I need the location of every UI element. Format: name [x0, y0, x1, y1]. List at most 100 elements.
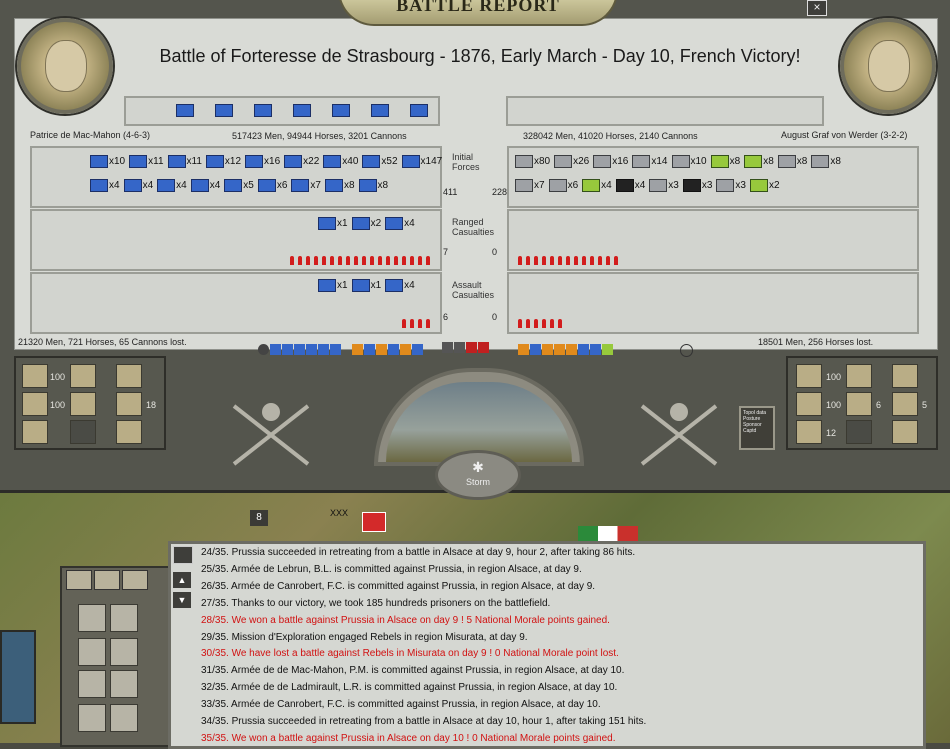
unit-type-icon: [710, 155, 729, 168]
map-flag-icon-2[interactable]: [578, 526, 638, 542]
flag-button[interactable]: [78, 670, 106, 698]
left-initial-unit[interactable]: x12: [205, 155, 241, 168]
left-initial-unit[interactable]: x4: [123, 179, 153, 192]
right-initial-unit[interactable]: x80: [515, 155, 550, 168]
unit-type-icon: [385, 217, 404, 230]
log-entry[interactable]: 34/35. Prussia succeeded in retreating f…: [201, 716, 646, 727]
left-doctrine-icons[interactable]: [352, 344, 423, 355]
left-assault-unit[interactable]: x1: [318, 279, 348, 292]
unit-count: x10: [690, 156, 707, 167]
right-panel-value-1: 100: [826, 372, 842, 382]
left-initial-unit[interactable]: x147: [401, 155, 442, 168]
log-entry[interactable]: 35/35. We won a battle against Prussia i…: [201, 733, 616, 744]
log-scroll-down-button[interactable]: ▼: [173, 592, 191, 608]
ledger-button[interactable]: [78, 604, 106, 632]
right-initial-unit[interactable]: x16: [593, 155, 628, 168]
unit-count: x1: [370, 280, 382, 291]
scales-icons: [442, 342, 489, 353]
right-initial-unit[interactable]: x8: [777, 155, 807, 168]
right-initial-unit[interactable]: x3: [682, 179, 712, 192]
left-assault-unit[interactable]: x1: [351, 279, 382, 292]
factory-button[interactable]: [78, 704, 106, 732]
left-initial-unit[interactable]: x40: [323, 155, 358, 168]
right-ranged-hit-icon: [526, 256, 530, 265]
unit-type-icon: [123, 179, 142, 192]
right-initial-unit[interactable]: x26: [554, 155, 589, 168]
left-ranged-unit[interactable]: x4: [385, 217, 415, 230]
log-close-icon[interactable]: [173, 546, 193, 564]
left-initial-unit[interactable]: x8: [324, 179, 355, 192]
right-panel-value-2: 100: [826, 400, 842, 410]
unit-count: x8: [729, 156, 741, 167]
message-log[interactable]: ▲ ▼ 24/35. Prussia succeeded in retreati…: [168, 541, 926, 749]
weather-indicator[interactable]: ✱ Storm: [435, 450, 521, 500]
unit-count: x80: [534, 156, 551, 167]
right-modifier-icons[interactable]: [518, 344, 613, 355]
ledger-tab-2[interactable]: [94, 570, 120, 590]
right-initial-unit[interactable]: x8: [744, 155, 774, 168]
right-initial-unit[interactable]: x2: [749, 179, 780, 192]
left-modifier-icons[interactable]: [258, 344, 341, 355]
left-initial-unit[interactable]: x11: [167, 155, 202, 168]
log-entry[interactable]: 26/35. Armée de Canrobert, F.C. is commi…: [201, 581, 595, 592]
right-assault-hit-icon: [526, 319, 530, 328]
right-commander-strip: [506, 96, 824, 126]
log-entry[interactable]: 32/35. Armée de de Ladmirault, L.R. is c…: [201, 682, 617, 693]
ledger-tab-3[interactable]: [122, 570, 148, 590]
map-flag-badge[interactable]: 8: [250, 510, 268, 526]
left-assault-unit[interactable]: x4: [385, 279, 415, 292]
log-entry[interactable]: 27/35. Thanks to our victory, we took 18…: [201, 598, 550, 609]
right-initial-unit[interactable]: x8: [811, 155, 841, 168]
left-ranged-unit[interactable]: x2: [351, 217, 381, 230]
right-initial-unit[interactable]: x7: [515, 179, 545, 192]
left-initial-unit[interactable]: x52: [362, 155, 398, 168]
left-initial-unit[interactable]: x7: [291, 179, 321, 192]
left-initial-unit[interactable]: x4: [90, 179, 120, 192]
log-entry[interactable]: 31/35. Armée de de Mac-Mahon, P.M. is co…: [201, 665, 624, 676]
left-ranged-unit[interactable]: x1: [318, 217, 348, 230]
army-button[interactable]: [78, 638, 106, 666]
left-initial-unit[interactable]: x8: [358, 179, 388, 192]
log-entry[interactable]: 24/35. Prussia succeeded in retreating f…: [201, 547, 635, 558]
left-ranged-hit-icon: [306, 256, 310, 265]
left-initial-unit[interactable]: x5: [224, 179, 254, 192]
right-initial-unit[interactable]: x8: [710, 155, 741, 168]
right-initial-unit[interactable]: x10: [671, 155, 707, 168]
production-button[interactable]: [110, 638, 138, 666]
right-panel-arrow-button[interactable]: [846, 420, 872, 444]
log-entry[interactable]: 29/35. Mission d'Exploration engaged Reb…: [201, 632, 528, 643]
right-initial-unit[interactable]: x3: [649, 179, 679, 192]
left-initial-unit[interactable]: x16: [245, 155, 280, 168]
log-entry[interactable]: 33/35. Armée de Canrobert, F.C. is commi…: [201, 699, 601, 710]
log-entry[interactable]: 30/35. We have lost a battle against Reb…: [201, 648, 619, 659]
right-initial-unit[interactable]: x4: [582, 179, 612, 192]
right-initial-unit[interactable]: x6: [548, 179, 578, 192]
left-assault-hits: [402, 319, 430, 328]
close-button[interactable]: ×: [807, 0, 827, 16]
log-entry[interactable]: 25/35. Armée de Lebrun, B.L. is committe…: [201, 564, 582, 575]
seal-button[interactable]: [110, 670, 138, 698]
left-initial-unit[interactable]: x4: [190, 179, 221, 192]
left-initial-unit[interactable]: x4: [157, 179, 187, 192]
unit-count: x16: [612, 156, 629, 167]
minimap[interactable]: [0, 630, 36, 724]
initial-forces-label: Initial Forces: [452, 152, 480, 172]
ledger-tab-1[interactable]: [66, 570, 92, 590]
map-flag-icon[interactable]: [362, 512, 386, 532]
right-composition-panel: 100 100 6 5 12: [786, 356, 938, 450]
left-initial-unit[interactable]: x11: [129, 155, 164, 168]
left-initial-unit[interactable]: x22: [284, 155, 319, 168]
diplomacy-button[interactable]: [110, 604, 138, 632]
unit-count: x4: [209, 180, 221, 191]
left-panel-arrow-button[interactable]: [70, 420, 96, 444]
right-initial-unit[interactable]: x3: [716, 179, 746, 192]
right-initial-unit[interactable]: x14: [632, 155, 668, 168]
log-scroll-up-button[interactable]: ▲: [173, 572, 191, 588]
log-entry[interactable]: 28/35. We won a battle against Prussia i…: [201, 615, 610, 626]
right-initial-unit[interactable]: x4: [615, 179, 645, 192]
left-initial-unit[interactable]: x10: [90, 155, 125, 168]
camp-button[interactable]: [110, 704, 138, 732]
left-ranged-hit-icon: [370, 256, 374, 265]
left-assault-hit-icon: [402, 319, 406, 328]
left-initial-unit[interactable]: x6: [257, 179, 287, 192]
